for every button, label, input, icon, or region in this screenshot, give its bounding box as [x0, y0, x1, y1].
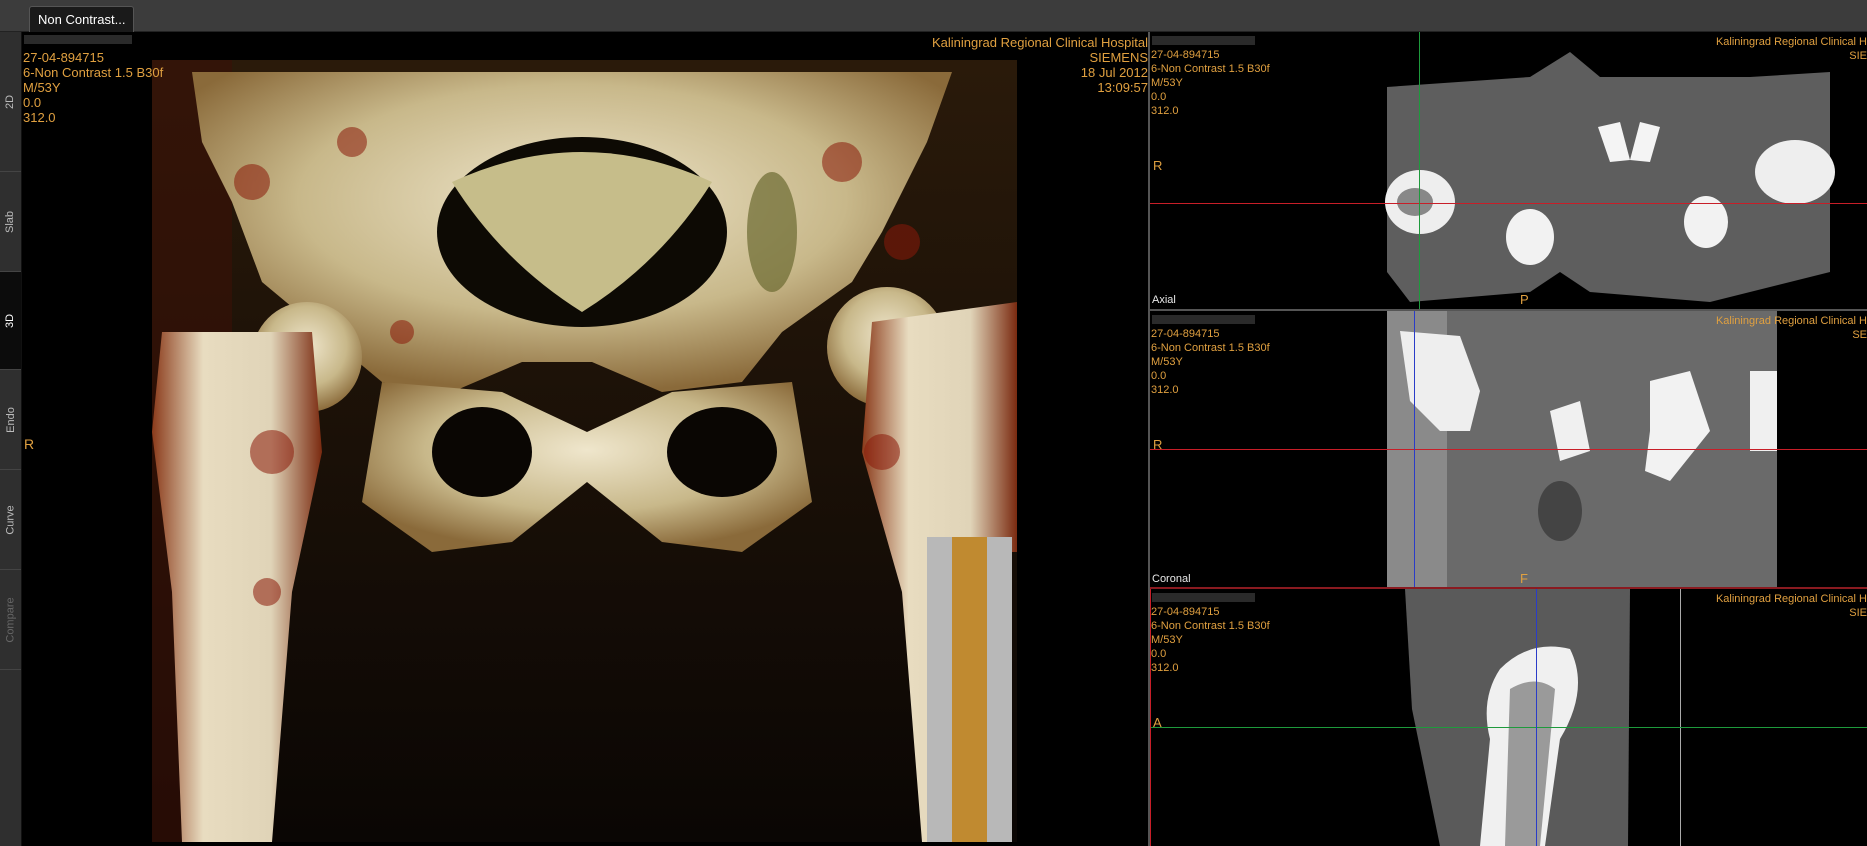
mode-sidebar: 2D Slab 3D Endo Curve Compare	[0, 32, 22, 846]
mode-tab-curve[interactable]: Curve	[0, 470, 21, 570]
overlay-value-2: 312.0	[23, 110, 56, 125]
patient-id: 27-04-894715	[23, 50, 104, 65]
mode-tab-endo[interactable]: Endo	[0, 370, 21, 470]
patient-name-bar	[24, 35, 132, 44]
sagittal-crosshair-horizontal[interactable]	[1150, 727, 1867, 728]
mode-tab-label: Slab	[4, 210, 17, 233]
coronal-viewport[interactable]: 27-04-894715 6-Non Contrast 1.5 B30f M/5…	[1150, 311, 1867, 587]
sagittal-left-marker: A	[1153, 715, 1162, 730]
orientation-marker: R	[24, 436, 35, 452]
sagittal-viewport[interactable]: 27-04-894715 6-Non Contrast 1.5 B30f M/5…	[1150, 589, 1867, 846]
mode-tab-label: Curve	[4, 504, 17, 535]
volume-render-viewport[interactable]: 27-04-894715 6-Non Contrast 1.5 B30f M/5…	[22, 32, 1148, 846]
hospital-name: Kaliningrad Regional Clinical Hospital	[931, 35, 1148, 50]
overlay-value-2: 312.0	[1151, 105, 1179, 117]
hospital-name: Kaliningrad Regional Clinical H	[1715, 315, 1867, 327]
axial-crosshair-vertical[interactable]	[1419, 32, 1420, 309]
sagittal-overlay-info: 27-04-894715 6-Non Contrast 1.5 B30f M/5…	[1151, 605, 1270, 675]
mode-tab-label: Endo	[4, 406, 17, 433]
mode-tab-slab[interactable]: Slab	[0, 172, 21, 272]
sagittal-crosshair-vertical[interactable]	[1536, 589, 1537, 846]
mode-tab-2d[interactable]: 2D	[0, 32, 21, 172]
sagittal-overlay-institution: Kaliningrad Regional Clinical H SIE	[1716, 592, 1867, 620]
patient-id: 27-04-894715	[1151, 606, 1220, 618]
axial-left-marker: R	[1153, 158, 1163, 173]
tab-non-contrast[interactable]: Non Contrast...	[29, 6, 135, 32]
axial-crosshair-horizontal[interactable]	[1150, 203, 1867, 204]
main-overlay-info: 27-04-894715 6-Non Contrast 1.5 B30f M/5…	[23, 50, 163, 125]
vendor-name: SIEMENS	[1089, 50, 1148, 65]
mode-tab-label: 3D	[4, 313, 17, 328]
axial-overlay-institution: Kaliningrad Regional Clinical H SIE	[1716, 35, 1867, 63]
overlay-value-2: 312.0	[1151, 662, 1179, 674]
patient-sex-age: M/53Y	[1151, 356, 1183, 368]
coronal-overlay-institution: Kaliningrad Regional Clinical H SE	[1716, 314, 1867, 342]
study-time: 13:09:57	[1097, 80, 1148, 95]
main-overlay-institution: Kaliningrad Regional Clinical Hospital S…	[932, 35, 1148, 95]
coronal-bottom-marker: F	[1520, 571, 1528, 586]
pelvis-3d-render	[152, 60, 1017, 842]
patient-name-bar	[1152, 36, 1255, 45]
axial-viewport[interactable]: 27-04-894715 6-Non Contrast 1.5 B30f M/5…	[1150, 32, 1867, 309]
series-name: 6-Non Contrast 1.5 B30f	[23, 65, 164, 80]
patient-name-bar	[1152, 315, 1255, 324]
coronal-left-marker: R	[1153, 437, 1163, 452]
patient-id: 27-04-894715	[1151, 49, 1220, 61]
patient-name-bar	[1152, 593, 1255, 602]
overlay-value-2: 312.0	[1151, 384, 1179, 396]
patient-id: 27-04-894715	[1151, 328, 1220, 340]
mode-tab-label: Compare	[4, 596, 17, 643]
overlay-value-1: 0.0	[1151, 91, 1167, 103]
overlay-value-1: 0.0	[1151, 648, 1167, 660]
mode-tab-compare: Compare	[0, 570, 21, 670]
top-tab-bar: Non Contrast...	[0, 0, 1867, 32]
series-name: 6-Non Contrast 1.5 B30f	[1151, 63, 1270, 75]
series-name: 6-Non Contrast 1.5 B30f	[1151, 342, 1270, 354]
vendor-name: SE	[1852, 329, 1867, 341]
hospital-name: Kaliningrad Regional Clinical H	[1715, 593, 1867, 605]
vendor-name: SIE	[1849, 50, 1867, 62]
coronal-overlay-info: 27-04-894715 6-Non Contrast 1.5 B30f M/5…	[1151, 327, 1270, 397]
mode-tab-3d[interactable]: 3D	[0, 272, 21, 370]
coronal-crosshair-vertical[interactable]	[1414, 311, 1415, 587]
patient-sex-age: M/53Y	[23, 80, 61, 95]
coronal-view-label: Coronal	[1152, 573, 1191, 585]
coronal-crosshair-horizontal[interactable]	[1150, 449, 1867, 450]
axial-view-label: Axial	[1152, 294, 1176, 306]
vendor-name: SIE	[1849, 607, 1867, 619]
patient-sex-age: M/53Y	[1151, 77, 1183, 89]
overlay-value-1: 0.0	[23, 95, 42, 110]
mode-tab-label: 2D	[4, 94, 17, 109]
study-date: 18 Jul 2012	[1080, 65, 1148, 80]
patient-sex-age: M/53Y	[1151, 634, 1183, 646]
series-name: 6-Non Contrast 1.5 B30f	[1151, 620, 1270, 632]
axial-bottom-marker: P	[1520, 292, 1529, 307]
axial-overlay-info: 27-04-894715 6-Non Contrast 1.5 B30f M/5…	[1151, 48, 1270, 118]
overlay-value-1: 0.0	[1151, 370, 1167, 382]
hospital-name: Kaliningrad Regional Clinical H	[1715, 36, 1867, 48]
